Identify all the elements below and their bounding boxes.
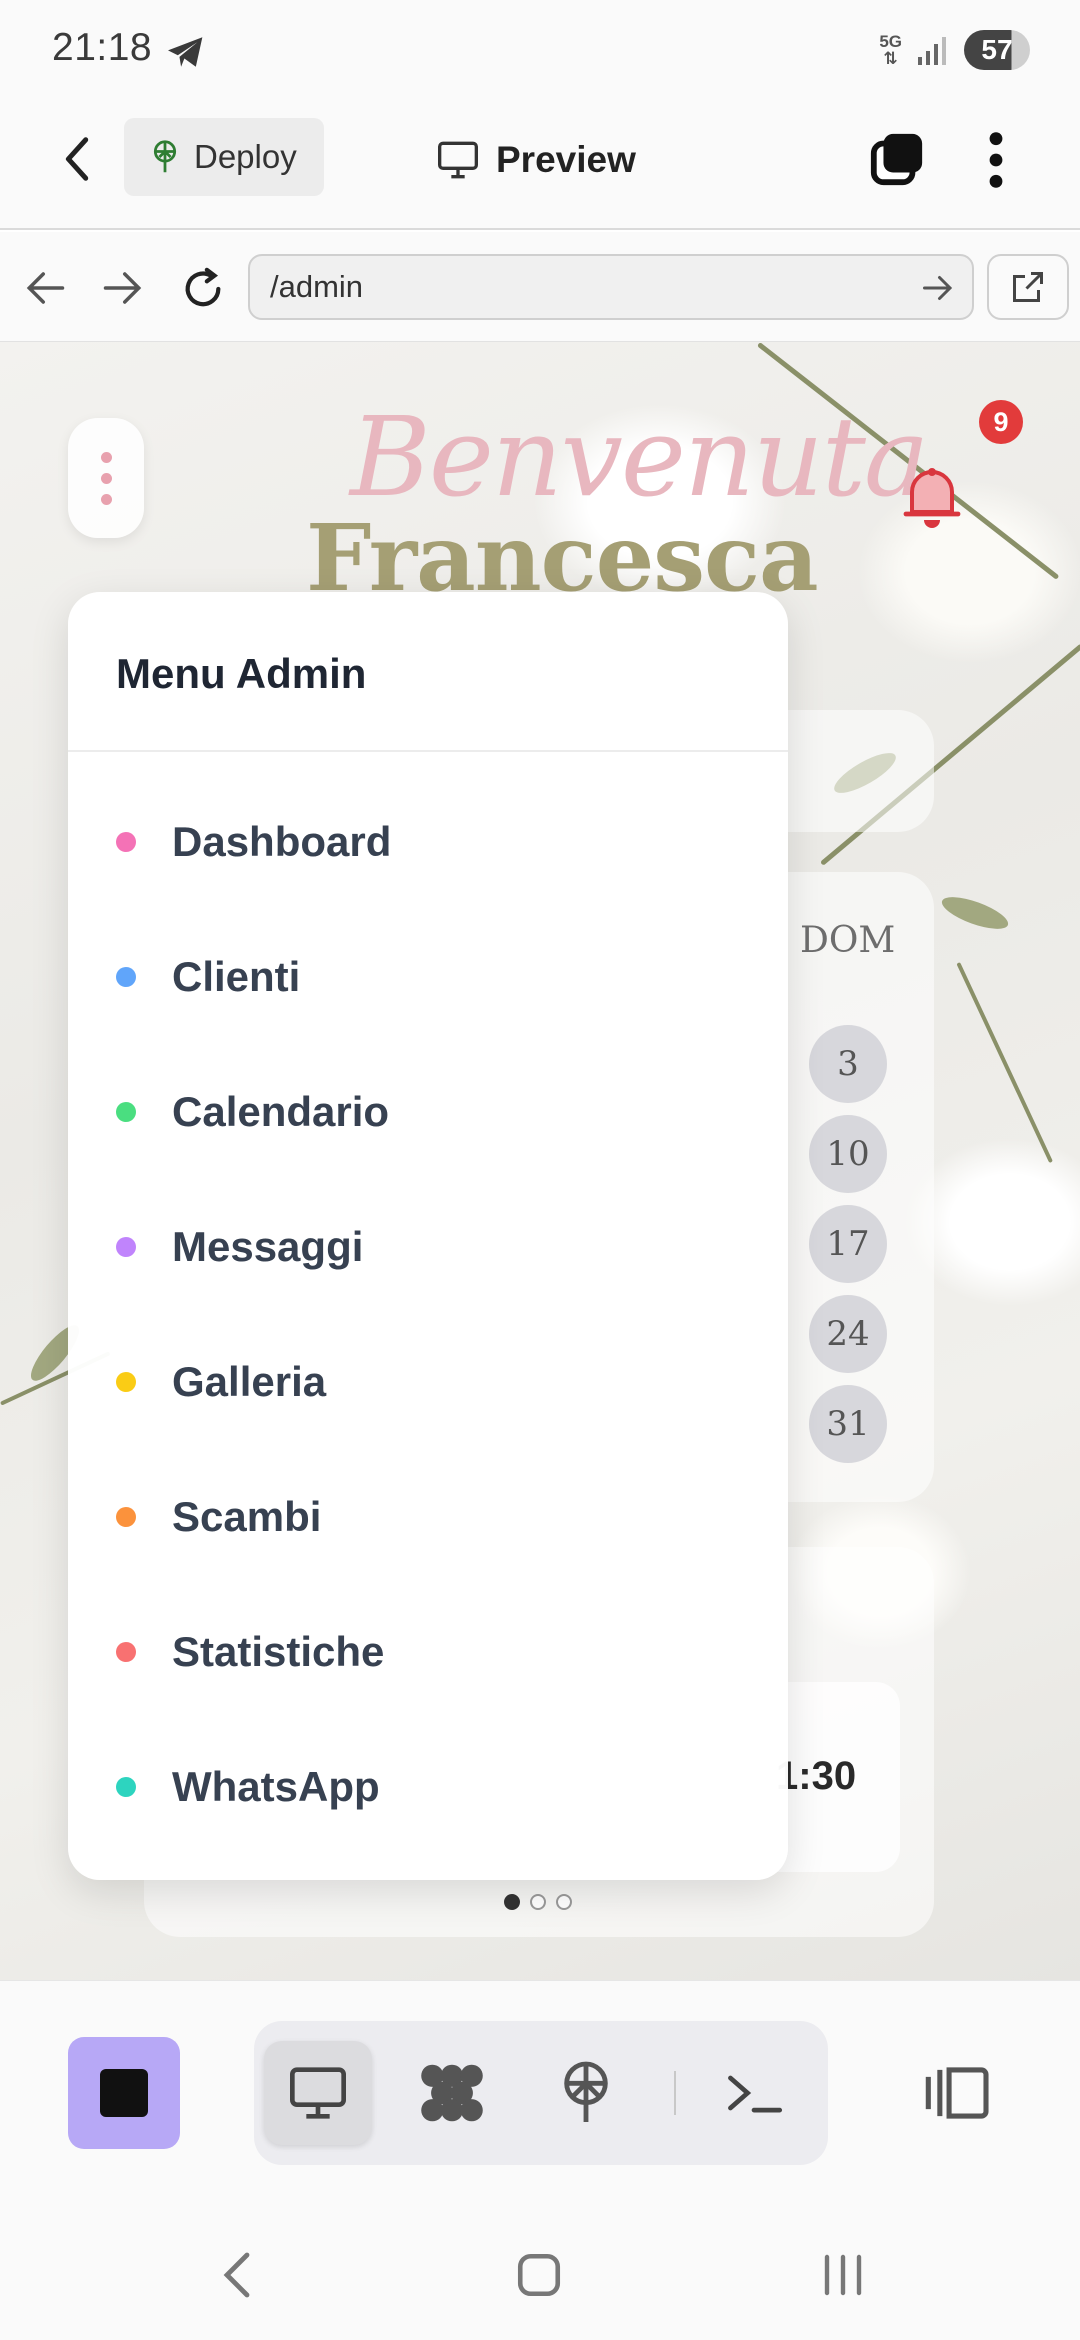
admin-menu-title: Menu Admin	[116, 650, 367, 697]
desktop-preview-icon	[290, 2067, 346, 2119]
deploy-icon	[153, 140, 177, 173]
system-back-button[interactable]	[192, 2240, 282, 2310]
browser-forward-icon[interactable]	[102, 268, 144, 308]
terminal-button[interactable]	[700, 2041, 808, 2145]
menu-dot-icon	[100, 472, 112, 484]
menu-item-dashboard[interactable]: Dashboard	[68, 792, 788, 892]
more-options-icon[interactable]	[974, 128, 1018, 192]
network-indicator: 5G ⇅	[879, 33, 902, 67]
system-home-button[interactable]	[494, 2240, 584, 2310]
branch-decoration	[956, 962, 1053, 1164]
menu-item-label: Messaggi	[172, 1223, 364, 1270]
tabs-switcher-icon[interactable]	[868, 130, 926, 188]
workflow-button[interactable]	[398, 2041, 506, 2145]
url-input[interactable]: /admin	[248, 254, 974, 320]
preview-tab[interactable]: Preview	[436, 130, 636, 190]
system-recents-button[interactable]	[798, 2240, 888, 2310]
greeting-name: Francesca	[306, 504, 819, 612]
menu-item-label: Statistiche	[172, 1628, 385, 1675]
terminal-icon	[728, 2075, 783, 2113]
deploy-label: Deploy	[194, 138, 297, 175]
system-nav-bar	[0, 2200, 1080, 2340]
greeting-script: Benvenuta	[350, 393, 929, 521]
panel-toggle-button[interactable]	[920, 2043, 992, 2143]
menu-item-scambi[interactable]: Scambi	[68, 1467, 788, 1567]
home-icon	[517, 2253, 561, 2297]
bottom-toolbar	[0, 1980, 1080, 2200]
status-indicators: 5G ⇅ 57	[879, 30, 1030, 70]
teal-dot-icon	[116, 1777, 136, 1797]
panel-toggle-icon	[925, 2067, 989, 2119]
pager-dot[interactable]	[556, 1894, 572, 1910]
pager-dot[interactable]	[504, 1894, 520, 1910]
purple-dot-icon	[116, 1237, 136, 1257]
notification-bell-icon[interactable]	[900, 462, 964, 530]
battery-indicator: 57	[964, 30, 1030, 70]
orange-dot-icon	[116, 1507, 136, 1527]
red-dot-icon	[116, 1642, 136, 1662]
telegram-icon	[168, 37, 203, 67]
network-type: 5G	[879, 32, 902, 51]
web-preview: Francesca Benvenuta 9 DOM 3 10 17 24 31 …	[0, 342, 1080, 1980]
deploy-icon	[564, 2061, 608, 2122]
menu-item-label: Galleria	[172, 1358, 327, 1405]
calendar-day[interactable]: 17	[809, 1205, 887, 1283]
signal-icon	[918, 37, 946, 65]
calendar-day[interactable]: 31	[809, 1385, 887, 1463]
calendar-day[interactable]: 10	[809, 1115, 887, 1193]
pink-dot-icon	[116, 832, 136, 852]
menu-item-label: WhatsApp	[172, 1763, 380, 1810]
back-icon	[223, 2252, 250, 2298]
stop-icon	[100, 2069, 148, 2117]
data-arrows-icon: ⇅	[883, 49, 898, 68]
status-time: 21:18	[52, 26, 153, 69]
workflow-icon	[421, 2064, 483, 2122]
admin-menu-toggle[interactable]	[68, 418, 144, 538]
monitor-icon	[438, 141, 478, 179]
app-bar: Deploy Preview	[0, 100, 1080, 230]
yellow-dot-icon	[116, 1372, 136, 1392]
recents-icon	[824, 2254, 862, 2296]
stop-button[interactable]	[68, 2037, 180, 2149]
menu-item-calendario[interactable]: Calendario	[68, 1062, 788, 1162]
menu-item-clienti[interactable]: Clienti	[68, 927, 788, 1027]
divider	[68, 750, 788, 752]
appointment-time: 1:30	[776, 1754, 857, 1798]
leaf-decoration	[938, 890, 1012, 936]
go-arrow-icon[interactable]	[920, 270, 956, 306]
status-bar: 21:18 5G ⇅ 57	[0, 0, 1080, 100]
url-text: /admin	[270, 269, 364, 304]
menu-item-label: Dashboard	[172, 818, 392, 865]
menu-item-galleria[interactable]: Galleria	[68, 1332, 788, 1432]
admin-menu: Menu Admin Dashboard Clienti Calendario …	[68, 592, 788, 1880]
menu-item-label: Clienti	[172, 953, 301, 1000]
open-external-button[interactable]	[987, 254, 1069, 320]
deploy-button[interactable]: Deploy	[124, 118, 324, 196]
menu-dot-icon	[100, 451, 112, 463]
calendar-day[interactable]: 3	[809, 1025, 887, 1103]
green-dot-icon	[116, 1102, 136, 1122]
menu-item-whatsapp[interactable]: WhatsApp	[68, 1737, 788, 1837]
view-switcher	[254, 2021, 828, 2165]
notification-badge: 9	[979, 400, 1023, 444]
divider	[674, 2071, 676, 2115]
pager-dot[interactable]	[530, 1894, 546, 1910]
blue-dot-icon	[116, 967, 136, 987]
menu-item-label: Scambi	[172, 1493, 322, 1540]
calendar-day[interactable]: 24	[809, 1295, 887, 1373]
back-icon[interactable]	[58, 134, 98, 184]
external-link-icon	[1013, 272, 1043, 302]
menu-item-messaggi[interactable]: Messaggi	[68, 1197, 788, 1297]
menu-dot-icon	[100, 493, 112, 505]
menu-item-label: Calendario	[172, 1088, 390, 1135]
deploy-tool-button[interactable]	[532, 2041, 640, 2145]
preview-label: Preview	[496, 139, 636, 180]
carousel-pager	[504, 1894, 572, 1910]
menu-item-statistiche[interactable]: Statistiche	[68, 1602, 788, 1702]
calendar-header-sunday: DOM	[800, 920, 896, 961]
browser-back-icon[interactable]	[24, 268, 66, 308]
reload-icon[interactable]	[180, 266, 226, 312]
browser-bar: /admin	[0, 232, 1080, 342]
desktop-preview-button[interactable]	[264, 2041, 372, 2145]
